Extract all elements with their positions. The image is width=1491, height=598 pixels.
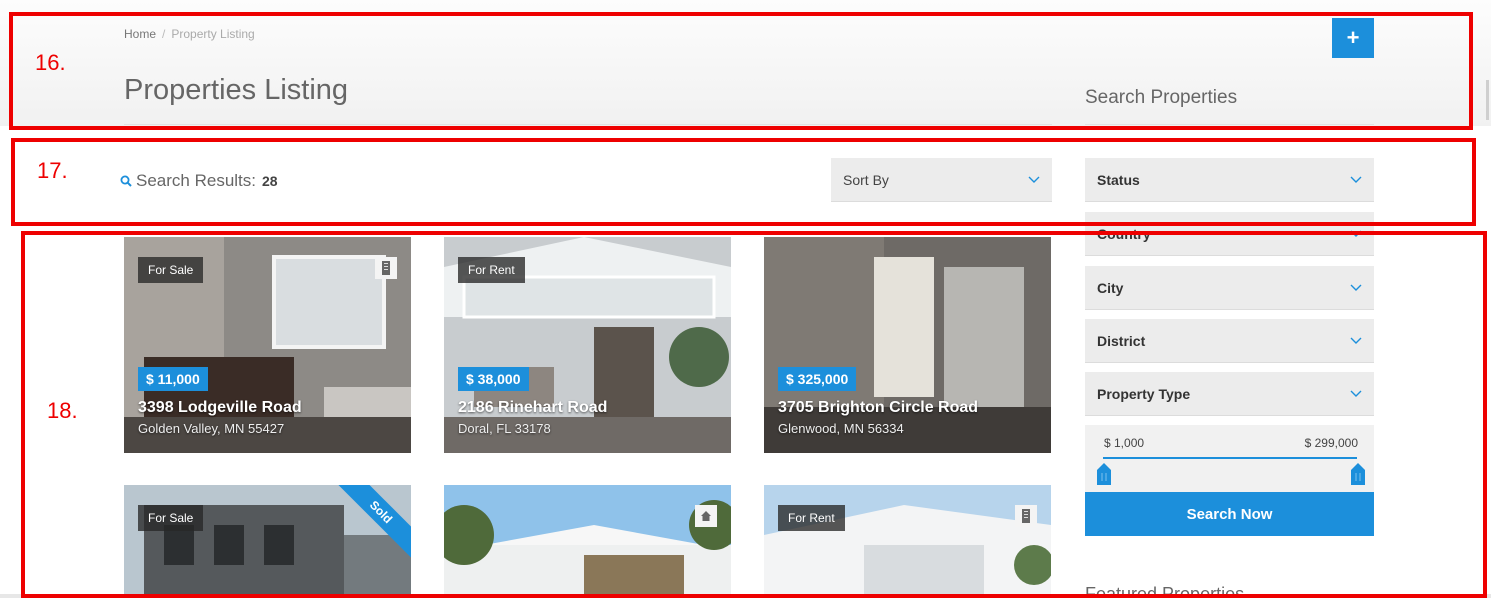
- annotation-box-17: [11, 138, 1476, 226]
- scrollbar[interactable]: [1486, 80, 1489, 120]
- annotation-box-16: [9, 12, 1473, 130]
- annotation-label-18: 18.: [47, 398, 78, 423]
- annotation-box-18: [21, 231, 1487, 598]
- annotation-label-17: 17.: [37, 158, 68, 183]
- annotation-label-16: 16.: [35, 50, 66, 75]
